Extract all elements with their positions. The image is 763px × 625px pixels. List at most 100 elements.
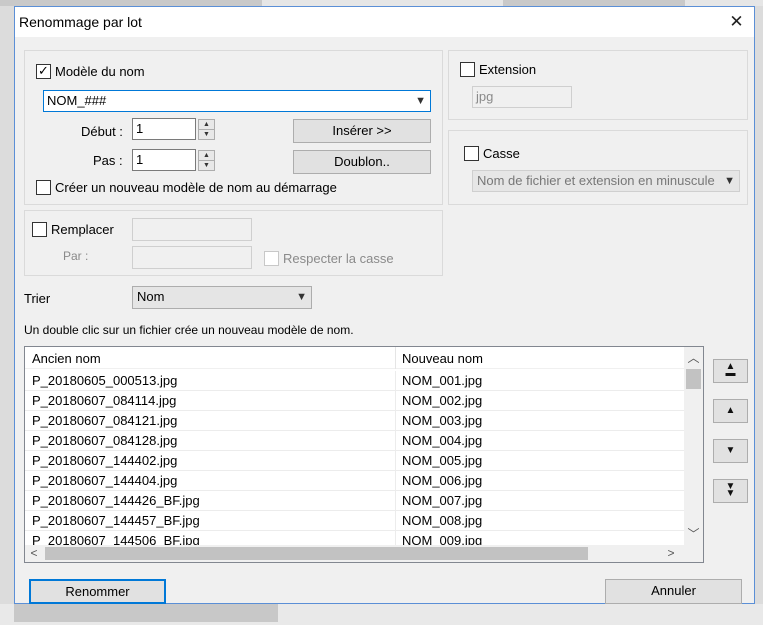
- cell-divider: [395, 511, 396, 531]
- replace-find-input[interactable]: [132, 218, 252, 241]
- extension-input[interactable]: jpg: [472, 86, 572, 108]
- old-name-cell: P_20180607_144457_BF.jpg: [32, 513, 200, 528]
- column-divider[interactable]: [395, 347, 396, 369]
- new-name-cell: NOM_004.jpg: [402, 433, 483, 448]
- replace-by-label: Par :: [63, 249, 89, 263]
- sort-label: Trier: [24, 291, 51, 306]
- chevron-down-icon[interactable]: ▼: [724, 171, 735, 191]
- case-selected-value: Nom de fichier et extension en minuscule: [477, 173, 715, 188]
- chevron-down-icon[interactable]: ▼: [415, 91, 426, 111]
- match-case-label: Respecter la casse: [283, 251, 394, 266]
- move-up-icon: ▲: [725, 405, 736, 416]
- case-checkbox[interactable]: [464, 146, 479, 161]
- extension-checkbox[interactable]: [460, 62, 475, 77]
- cell-divider: [395, 491, 396, 511]
- horizontal-scroll-thumb[interactable]: [45, 547, 588, 560]
- case-select[interactable]: Nom de fichier et extension en minuscule…: [472, 170, 740, 192]
- start-input[interactable]: 1: [132, 118, 196, 140]
- table-row[interactable]: P_20180607_144402.jpg NOM_005.jpg: [25, 451, 684, 471]
- sort-select[interactable]: Nom ▼: [132, 286, 312, 309]
- scroll-right-icon[interactable]: >: [665, 546, 677, 560]
- background-strip-segment: [14, 604, 278, 622]
- cell-divider: [395, 411, 396, 431]
- case-group: [448, 130, 748, 205]
- file-list[interactable]: Ancien nom Nouveau nom P_20180605_000513…: [24, 346, 704, 563]
- new-model-at-start-label: Créer un nouveau modèle de nom au démarr…: [55, 180, 337, 195]
- scroll-left-icon[interactable]: <: [28, 546, 40, 560]
- cell-divider: [395, 431, 396, 451]
- name-pattern-value: NOM_###: [47, 93, 107, 108]
- list-header: Ancien nom Nouveau nom: [25, 347, 684, 369]
- scroll-down-icon[interactable]: ﹀: [684, 525, 703, 542]
- step-value: 1: [136, 152, 144, 167]
- move-to-bottom-icon: ▼ ▼: [725, 481, 736, 499]
- replace-by-input[interactable]: [132, 246, 252, 269]
- replace-label: Remplacer: [51, 222, 114, 237]
- step-label: Pas :: [93, 153, 123, 168]
- replace-checkbox[interactable]: [32, 222, 47, 237]
- vertical-scrollbar[interactable]: ︿ ﹀: [684, 347, 703, 545]
- cell-divider: [395, 371, 396, 391]
- new-name-cell: NOM_003.jpg: [402, 413, 483, 428]
- step-spinner[interactable]: ▲ ▼: [198, 150, 215, 171]
- old-name-cell: P_20180607_084114.jpg: [32, 393, 177, 408]
- horizontal-scrollbar[interactable]: < >: [25, 545, 684, 562]
- move-to-top-icon: ▲ ▬: [725, 361, 736, 379]
- table-row[interactable]: P_20180607_084121.jpg NOM_003.jpg: [25, 411, 684, 431]
- extension-value: jpg: [476, 89, 494, 104]
- cell-divider: [395, 391, 396, 411]
- scroll-up-icon[interactable]: ︿: [684, 349, 703, 366]
- table-row[interactable]: P_20180607_084128.jpg NOM_004.jpg: [25, 431, 684, 451]
- old-name-cell: P_20180607_144402.jpg: [32, 453, 178, 468]
- rename-button[interactable]: Renommer: [29, 579, 166, 604]
- background-window-strip-bottom: [0, 604, 763, 625]
- new-model-at-start-checkbox[interactable]: [36, 180, 51, 195]
- start-value: 1: [136, 121, 144, 136]
- case-label: Casse: [483, 146, 520, 161]
- move-to-top-button[interactable]: ▲ ▬: [713, 359, 748, 383]
- move-down-icon: ▼: [725, 445, 736, 456]
- scrollbar-corner: [684, 545, 703, 562]
- column-header-new-name[interactable]: Nouveau nom: [402, 351, 483, 366]
- title-bar: Renommage par lot ✕: [15, 7, 754, 37]
- move-to-bottom-button[interactable]: ▼ ▼: [713, 479, 748, 503]
- cancel-button[interactable]: Annuler: [605, 579, 742, 604]
- old-name-cell: P_20180607_144404.jpg: [32, 473, 178, 488]
- close-icon: ✕: [729, 12, 744, 31]
- batch-rename-dialog: Renommage par lot ✕ ✓ Modèle du nom NOM_…: [14, 6, 755, 604]
- column-header-old-name[interactable]: Ancien nom: [32, 351, 101, 366]
- new-name-cell: NOM_002.jpg: [402, 393, 483, 408]
- start-spinner[interactable]: ▲ ▼: [198, 119, 215, 140]
- name-pattern-combobox[interactable]: NOM_### ▼: [43, 90, 431, 112]
- extension-label: Extension: [479, 62, 537, 77]
- move-up-button[interactable]: ▲: [713, 399, 748, 423]
- step-input[interactable]: 1: [132, 149, 196, 171]
- spin-up-icon[interactable]: ▲: [199, 120, 214, 130]
- table-row[interactable]: P_20180607_144457_BF.jpg NOM_008.jpg: [25, 511, 684, 531]
- extension-group: [448, 50, 748, 120]
- spin-down-icon[interactable]: ▼: [199, 130, 214, 140]
- name-model-checkbox[interactable]: ✓: [36, 64, 51, 79]
- table-row[interactable]: P_20180605_000513.jpg NOM_001.jpg: [25, 371, 684, 391]
- table-row[interactable]: P_20180607_144426_BF.jpg NOM_007.jpg: [25, 491, 684, 511]
- cell-divider: [395, 451, 396, 471]
- cell-divider: [395, 471, 396, 491]
- old-name-cell: P_20180605_000513.jpg: [32, 373, 178, 388]
- dialog-title: Renommage par lot: [19, 14, 142, 30]
- table-row[interactable]: P_20180607_144404.jpg NOM_006.jpg: [25, 471, 684, 491]
- duplicate-button[interactable]: Doublon..: [293, 150, 431, 174]
- new-name-cell: NOM_005.jpg: [402, 453, 483, 468]
- spin-up-icon[interactable]: ▲: [199, 151, 214, 161]
- move-down-button[interactable]: ▼: [713, 439, 748, 463]
- checkmark-icon: ✓: [38, 63, 49, 78]
- new-name-cell: NOM_008.jpg: [402, 513, 483, 528]
- old-name-cell: P_20180607_084121.jpg: [32, 413, 178, 428]
- insert-button[interactable]: Insérer >>: [293, 119, 431, 143]
- vertical-scroll-thumb[interactable]: [686, 369, 701, 389]
- table-row[interactable]: P_20180607_084114.jpg NOM_002.jpg: [25, 391, 684, 411]
- chevron-down-icon[interactable]: ▼: [296, 287, 307, 307]
- spin-down-icon[interactable]: ▼: [199, 161, 214, 171]
- match-case-checkbox[interactable]: [264, 251, 279, 266]
- new-name-cell: NOM_001.jpg: [402, 373, 483, 388]
- close-button[interactable]: ✕: [719, 7, 754, 37]
